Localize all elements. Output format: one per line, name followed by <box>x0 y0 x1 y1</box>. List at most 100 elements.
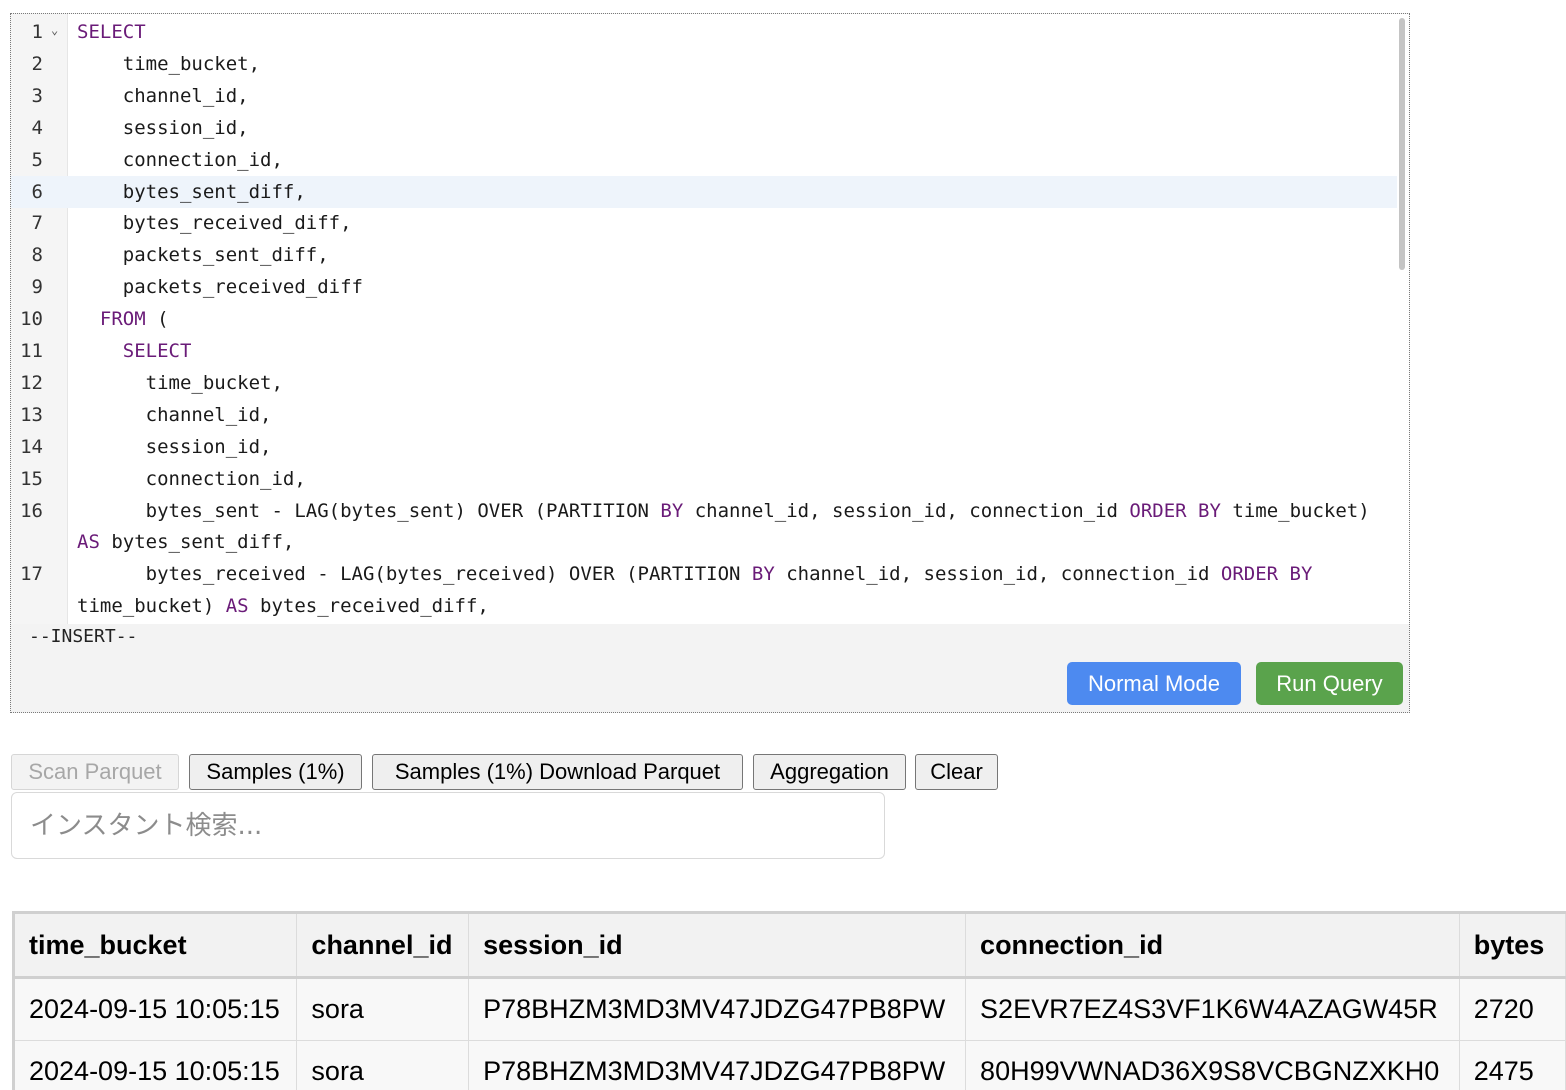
code-line[interactable]: 12 time_bucket, <box>11 367 1397 399</box>
sql-keyword: ORDER BY <box>1220 563 1313 586</box>
instant-search-input[interactable] <box>11 792 885 859</box>
table-cell: S2EVR7EZ4S3VF1K6W4AZAGW45R <box>965 977 1460 1041</box>
code-line[interactable]: 10 FROM ( <box>11 303 1397 335</box>
code-text: SELECT <box>77 340 192 362</box>
code-line[interactable]: 3 channel_id, <box>11 80 1397 112</box>
results-table-wrapper[interactable]: time_bucket channel_id session_id connec… <box>12 911 1566 1090</box>
code-text: bytes_received - LAG(bytes_received) OVE… <box>77 563 1313 586</box>
sql-keyword: ORDER BY <box>1129 499 1221 522</box>
line-number: 7 <box>31 212 43 235</box>
clear-button[interactable]: Clear <box>915 754 998 790</box>
normal-mode-button[interactable]: Normal Mode <box>1067 662 1241 705</box>
sql-token: time_bucket) <box>77 595 226 618</box>
code-text: time_bucket, <box>77 372 283 394</box>
code-line[interactable]: 14 session_id, <box>11 431 1397 463</box>
line-number: 10 <box>20 308 43 331</box>
code-text: FROM ( <box>77 308 169 330</box>
code-text: bytes_received_diff, <box>77 212 352 234</box>
table-row: 2024-09-15 10:05:15 sora P78BHZM3MD3MV47… <box>12 1040 1566 1090</box>
sql-token: channel_id, <box>122 84 249 107</box>
code-line[interactable]: 6 bytes_sent_diff, <box>11 175 1397 208</box>
code-text: bytes_sent_diff, <box>77 181 306 203</box>
code-line[interactable]: 17 bytes_received - LAG(bytes_received) … <box>11 558 1397 590</box>
code-text: channel_id, <box>77 85 249 107</box>
scan-parquet-button: Scan Parquet <box>11 754 179 790</box>
code-text: AS bytes_sent_diff, <box>77 531 294 553</box>
code-line[interactable]: 13 channel_id, <box>11 399 1397 431</box>
sql-keyword: FROM <box>99 308 146 331</box>
code-text: time_bucket) AS bytes_received_diff, <box>77 595 489 617</box>
table-cell: 2024-09-15 10:05:15 <box>12 977 298 1041</box>
line-number: 17 <box>20 563 43 586</box>
line-number: 2 <box>31 52 43 75</box>
code-line[interactable]: 16 bytes_sent - LAG(bytes_sent) OVER (PA… <box>11 495 1397 527</box>
sql-token: bytes_received - LAG(bytes_received) OVE… <box>145 563 752 586</box>
line-number: 4 <box>31 116 43 139</box>
sql-token: ( <box>145 308 169 331</box>
sql-token: time_bucket, <box>122 52 261 75</box>
line-number: 15 <box>20 467 43 490</box>
sql-token: time_bucket) <box>1220 499 1370 522</box>
sql-token: time_bucket, <box>145 371 283 394</box>
sql-token: packets_sent_diff, <box>122 244 329 267</box>
sql-token: bytes_sent_diff, <box>99 531 295 554</box>
column-header-channel-id[interactable]: channel_id <box>296 912 470 979</box>
sql-token: session_id, <box>145 435 272 458</box>
table-cell: 2024-09-15 10:05:15 <box>12 1040 298 1090</box>
aggregation-button[interactable]: Aggregation <box>753 754 906 790</box>
sql-token: bytes_received_diff, <box>248 595 489 618</box>
code-line[interactable]: 8 packets_sent_diff, <box>11 239 1397 271</box>
table-cell: 2720 <box>1458 977 1566 1041</box>
sql-keyword: BY <box>751 563 775 586</box>
code-line[interactable]: 5 connection_id, <box>11 144 1397 176</box>
sql-token: bytes_sent - LAG(bytes_sent) OVER (PARTI… <box>145 499 661 522</box>
code-line[interactable]: AS bytes_sent_diff, <box>11 526 1397 558</box>
sql-token: channel_id, <box>145 403 272 426</box>
table-cell: sora <box>296 1040 470 1090</box>
code-line[interactable]: time_bucket) AS bytes_received_diff, <box>11 590 1397 622</box>
line-number: 3 <box>31 84 43 107</box>
run-query-button[interactable]: Run Query <box>1256 662 1403 705</box>
code-text: packets_sent_diff, <box>77 244 329 266</box>
line-number: 6 <box>31 180 43 203</box>
code-line[interactable]: 7 bytes_received_diff, <box>11 207 1397 239</box>
line-number: 14 <box>20 435 43 458</box>
editor-mode-indicator: --INSERT-- <box>29 626 138 647</box>
sql-token: session_id, <box>122 116 249 139</box>
code-area[interactable]: 1 ⌄ SELECT 2 time_bucket, 3 channel_id, 4 ses… <box>11 14 1409 624</box>
column-header-session-id[interactable]: session_id <box>468 912 967 979</box>
sql-keyword: SELECT <box>77 21 146 43</box>
column-header-time-bucket[interactable]: time_bucket <box>12 912 298 979</box>
line-number: 1 <box>31 21 43 43</box>
code-text: time_bucket, <box>77 53 260 75</box>
sql-token: bytes_sent_diff, <box>122 180 306 203</box>
sql-token: channel_id, session_id, connection_id <box>683 499 1130 522</box>
sql-keyword: AS <box>77 531 100 554</box>
line-number: 5 <box>31 148 43 171</box>
code-text: connection_id, <box>77 149 283 171</box>
code-text: SELECT <box>77 21 146 43</box>
line-number: 12 <box>20 371 43 394</box>
code-line[interactable]: 9 packets_received_diff <box>11 271 1397 303</box>
fold-chevron-icon[interactable]: ⌄ <box>51 23 58 37</box>
table-row: 2024-09-15 10:05:15 sora P78BHZM3MD3MV47… <box>12 977 1566 1041</box>
samples-download-parquet-button[interactable]: Samples (1%) Download Parquet <box>372 754 743 790</box>
code-line[interactable]: 15 connection_id, <box>11 463 1397 495</box>
table-cell: sora <box>296 977 470 1041</box>
code-line[interactable]: 4 session_id, <box>11 112 1397 144</box>
column-header-connection-id[interactable]: connection_id <box>965 912 1460 979</box>
code-line[interactable]: 1 ⌄ SELECT <box>11 16 1397 48</box>
column-header-bytes[interactable]: bytes <box>1458 912 1566 979</box>
sql-editor[interactable]: 1 ⌄ SELECT 2 time_bucket, 3 channel_id, 4 ses… <box>10 13 1410 713</box>
code-line[interactable]: 2 time_bucket, <box>11 48 1397 80</box>
sql-token: packets_received_diff <box>122 276 363 299</box>
line-number: 11 <box>20 340 43 362</box>
sql-keyword: AS <box>225 595 249 618</box>
code-line[interactable]: 11 SELECT <box>11 335 1397 367</box>
line-number: 16 <box>20 499 43 522</box>
samples-button[interactable]: Samples (1%) <box>189 754 362 790</box>
sql-token: connection_id, <box>122 148 283 171</box>
editor-scrollbar[interactable] <box>1399 18 1405 270</box>
code-text: bytes_sent - LAG(bytes_sent) OVER (PARTI… <box>77 500 1370 522</box>
line-number: 13 <box>20 403 43 426</box>
